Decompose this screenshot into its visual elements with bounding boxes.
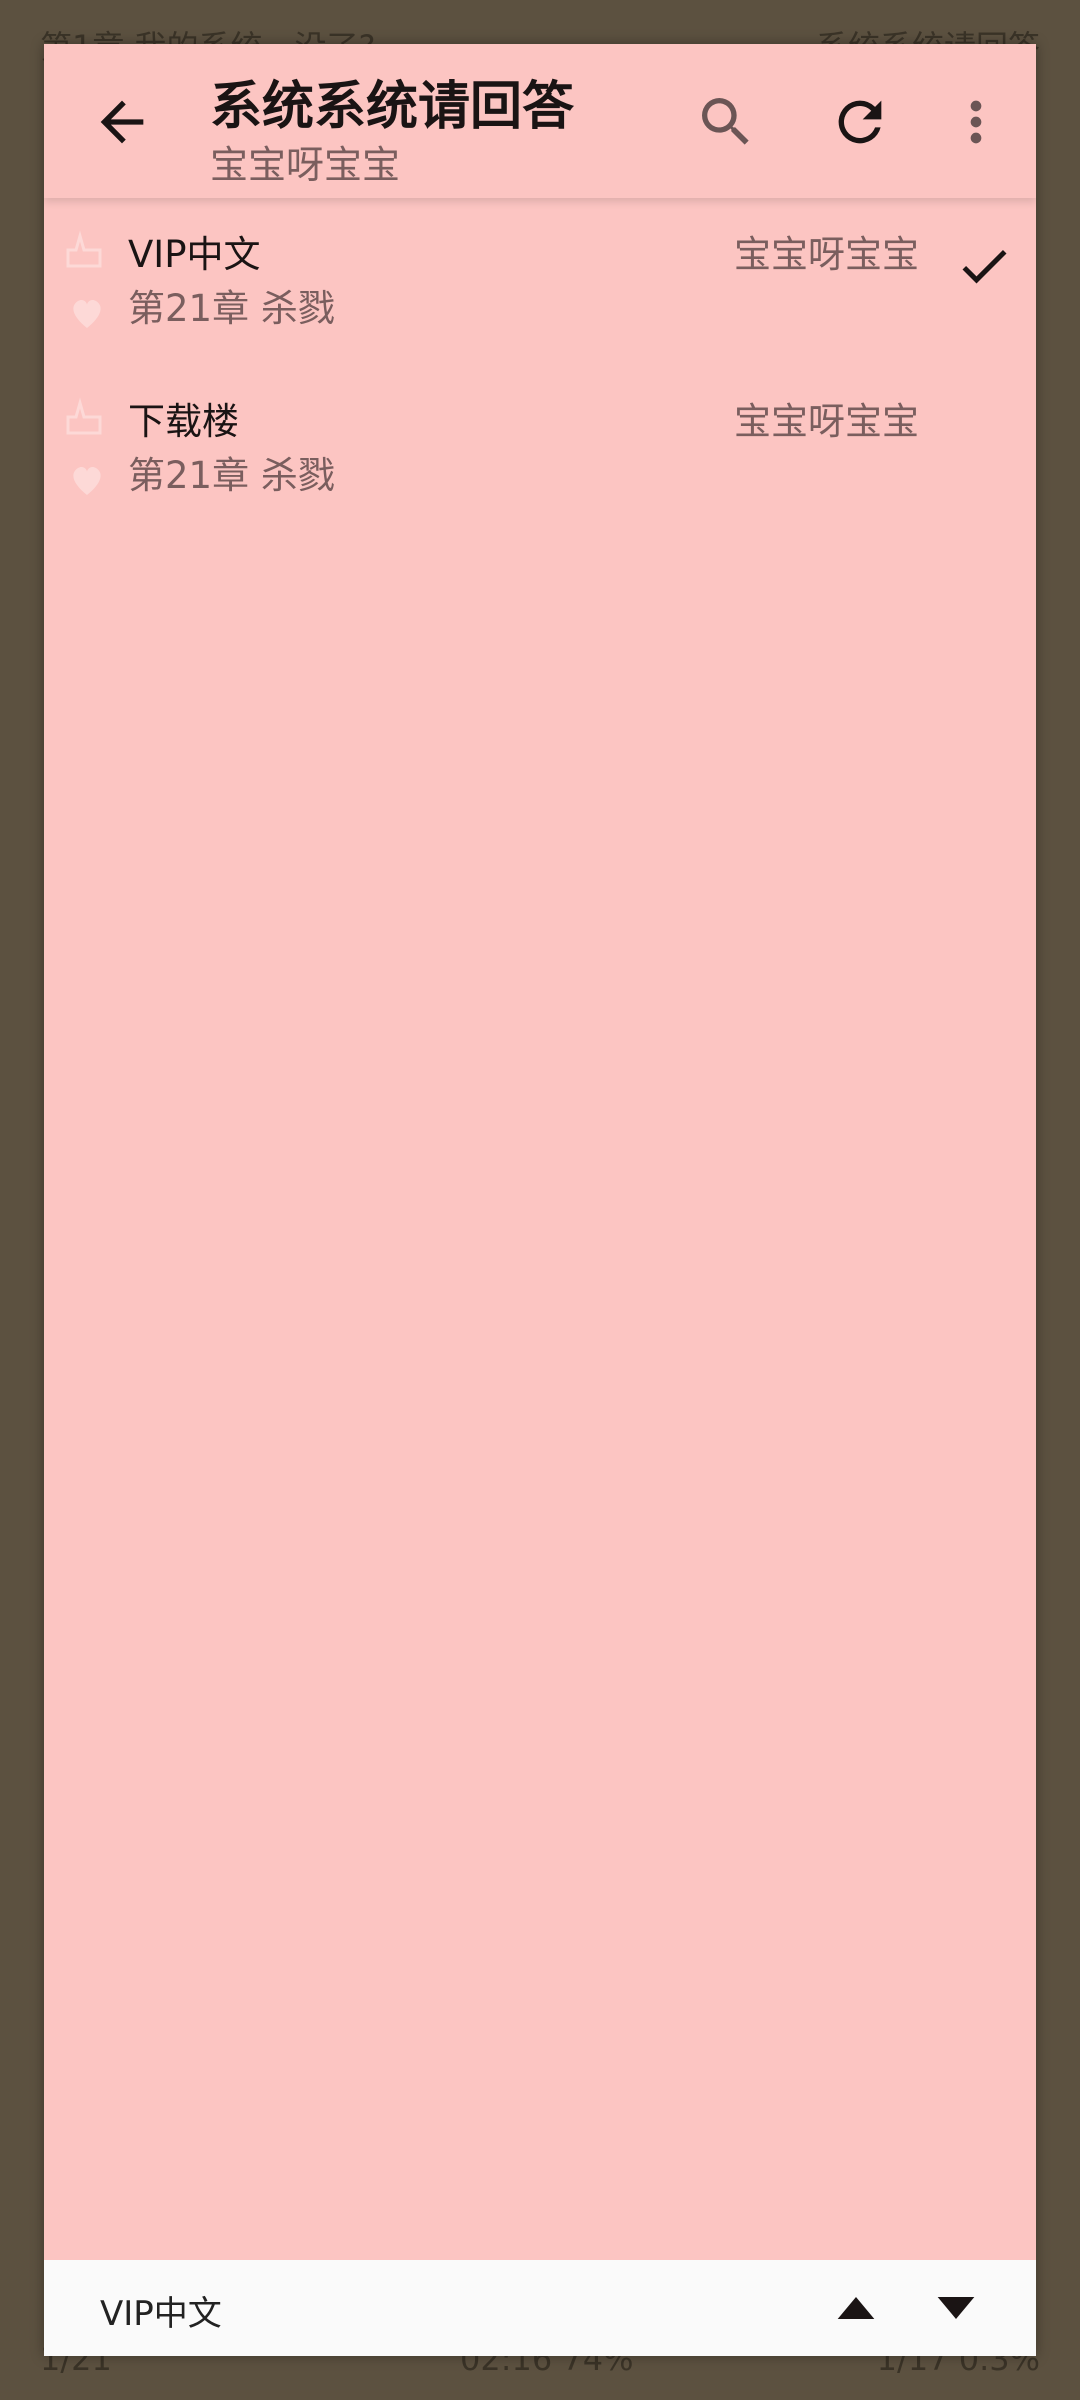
source-list: VIP中文 第21章 杀戮 宝宝呀宝宝 下载楼 第21章 杀戮 宝宝呀宝宝 <box>44 198 1036 532</box>
source-chapter: 第21章 杀戮 <box>128 287 335 330</box>
source-decoration-icon <box>66 397 102 495</box>
source-author: 宝宝呀宝宝 <box>734 400 919 443</box>
more-vert-icon <box>970 100 982 144</box>
more-options-button[interactable] <box>944 90 1008 154</box>
arrow-down-icon <box>937 2297 975 2319</box>
check-icon <box>962 249 1007 284</box>
arrow-back-icon <box>100 100 144 144</box>
back-button[interactable] <box>90 90 154 154</box>
bottom-bar: VIP中文 <box>44 2260 1036 2356</box>
source-decoration-icon <box>66 230 102 328</box>
source-item[interactable]: 下载楼 第21章 杀戮 宝宝呀宝宝 <box>44 365 1036 532</box>
dialog-subtitle: 宝宝呀宝宝 <box>210 143 401 187</box>
arrow-up-icon <box>837 2297 875 2319</box>
search-button[interactable] <box>694 90 758 154</box>
dialog-toolbar: 系统系统请回答 宝宝呀宝宝 <box>44 44 1036 198</box>
dialog-title: 系统系统请回答 <box>210 77 575 137</box>
refresh-button[interactable] <box>828 90 892 154</box>
search-icon <box>702 98 749 145</box>
scroll-down-button[interactable] <box>934 2286 978 2330</box>
source-item[interactable]: VIP中文 第21章 杀戮 宝宝呀宝宝 <box>44 198 1036 365</box>
refresh-icon <box>838 100 882 144</box>
source-name: VIP中文 <box>128 233 261 276</box>
current-source-label: VIP中文 <box>100 2294 222 2334</box>
source-author: 宝宝呀宝宝 <box>734 233 919 276</box>
source-chapter: 第21章 杀戮 <box>128 454 335 497</box>
change-source-dialog: 系统系统请回答 宝宝呀宝宝 VIP中文 第21章 杀戮 宝宝呀宝宝 下载楼 第2… <box>44 44 1036 2356</box>
source-name: 下载楼 <box>128 400 239 443</box>
scroll-up-button[interactable] <box>834 2286 878 2330</box>
